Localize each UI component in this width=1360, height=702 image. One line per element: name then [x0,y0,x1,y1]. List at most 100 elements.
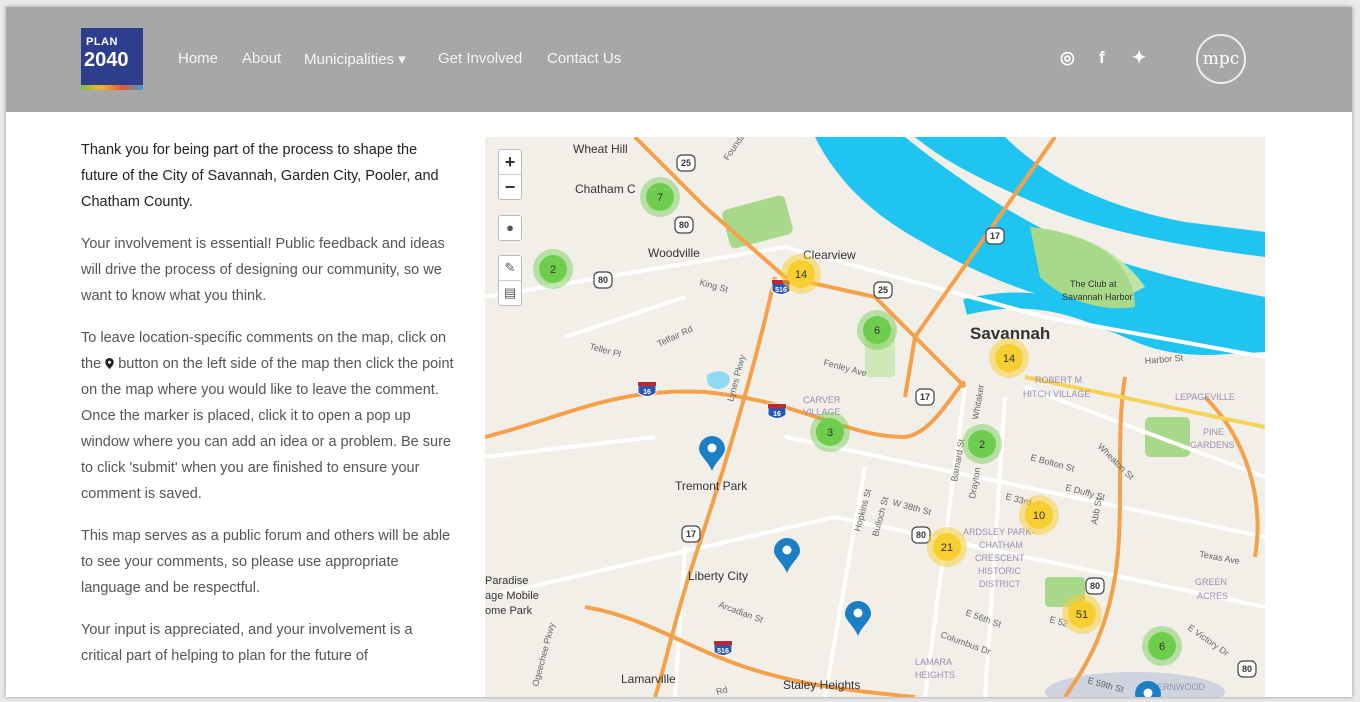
intro-paragraph-instructions: To leave location-specific comments on t… [81,325,456,507]
cluster-count: 14 [1003,353,1015,365]
place-label-green1: GREEN [1195,577,1227,587]
cluster-count: 6 [874,325,880,337]
svg-text:80: 80 [679,220,689,230]
comment-cluster[interactable]: 6 [857,310,897,350]
street-label-texas: Texas Ave [1199,549,1241,566]
comment-cluster[interactable]: 6 [1142,626,1182,666]
comment-cluster[interactable]: 10 [1019,495,1059,535]
page: PLAN 2040 Home About Municipalities ▾ Ge… [6,7,1352,697]
place-label-robert1: ROBERT M. [1035,375,1085,385]
nav-contact-link[interactable]: Contact Us [547,50,621,67]
svg-text:16: 16 [643,389,651,396]
street-label-teller: Teller Pl [588,341,622,359]
place-label-robert2: HITCH VILLAGE [1023,389,1091,399]
comment-cluster[interactable]: 21 [927,527,967,567]
comment-marker-pin[interactable] [699,436,725,471]
svg-text:25: 25 [681,158,691,168]
route-shield-s80e: 80 [1237,660,1257,678]
svg-text:80: 80 [1242,664,1252,674]
comment-map[interactable]: 25 80 80 25 17 17 17 80 80 80 516 516 16 16 Wheat Hil… [485,137,1265,697]
street-label-waters: Wheaton St [1096,441,1137,482]
street-label-w-38th: W 38th St [891,497,932,517]
facebook-icon[interactable]: f [1099,48,1105,68]
twitter-icon[interactable]: ✦ [1132,48,1146,68]
street-label-rd: Rd [715,684,729,697]
edit-delete-control: ✎ ▤ [498,255,522,306]
comment-cluster[interactable]: 7 [640,177,680,217]
zoom-out-button[interactable]: − [499,174,521,199]
svg-text:80: 80 [1090,581,1100,591]
logo-line-2: 2040 [84,49,129,71]
svg-text:80: 80 [598,275,608,285]
route-shield-s25b: 25 [873,281,893,299]
street-label-ogeechee: Ogeechee Pkwy [530,621,557,687]
nav-home-link[interactable]: Home [178,50,218,67]
nav-about-link[interactable]: About [242,50,281,67]
route-shield-i16a: 16 [637,381,657,397]
cluster-count: 14 [795,269,807,281]
comment-cluster[interactable]: 2 [962,424,1002,464]
comment-marker-pin[interactable] [774,538,800,573]
place-label-ardsley1: ARDSLEY PARK- [963,527,1034,537]
svg-text:516: 516 [717,648,729,655]
place-label-ardsley5: DISTRICT [979,579,1021,589]
street-label-foundation: Foundation [721,137,755,162]
comment-marker-pin[interactable] [845,601,871,636]
zoom-control: + − [498,149,522,200]
logo-line-1: PLAN [86,36,118,48]
intro-paragraph-forum: This map serves as a public forum and ot… [81,528,451,596]
place-label-club2: Savannah Harbor [1062,292,1133,302]
intro-paragraph-involvement: Your involvement is essential! Public fe… [81,236,445,304]
nav-get-involved-link[interactable]: Get Involved [438,50,522,67]
place-label-tremont: Tremont Park [675,479,748,493]
route-shield-s80a: 80 [674,216,694,234]
route-shield-s80d: 80 [1085,577,1105,595]
map-canvas[interactable]: 25808025171717 8080805165161616 Wheat Hil… [485,137,1265,697]
comment-cluster[interactable]: 14 [989,338,1029,378]
route-shield-i16b: 16 [767,403,787,419]
cluster-count: 10 [1033,510,1045,522]
park-east [1145,417,1190,457]
svg-text:80: 80 [916,530,926,540]
place-label-woodville: Woodville [648,246,700,260]
comment-cluster[interactable]: 2 [533,249,573,289]
draw-marker-button[interactable]: ● [499,216,521,240]
street-label-king: King St [698,277,729,294]
street-label-e-56th: E 56th St [964,607,1003,629]
plan-2040-logo[interactable]: PLAN 2040 [81,28,143,90]
comment-cluster[interactable]: 14 [781,254,821,294]
instagram-icon[interactable]: ◎ [1060,48,1075,68]
route-shield-s80b: 80 [593,271,613,289]
street-label-harbor: Harbor St [1144,353,1184,366]
svg-text:516: 516 [775,287,787,294]
nav-municipalities-dropdown[interactable]: Municipalities ▾ [304,50,406,68]
street-label-telfair: Telfair Rd [656,324,695,349]
cluster-count: 7 [657,192,663,204]
top-navbar: PLAN 2040 Home About Municipalities ▾ Ge… [6,7,1352,112]
delete-layers-button[interactable]: ▤ [499,280,521,305]
route-shield-s17c: 17 [681,525,701,543]
route-shield-i516b: 516 [713,640,733,656]
place-label-staley: Staley Heights [783,678,860,692]
svg-text:25: 25 [878,285,888,295]
place-label-ardsley2: CHATHAM [979,540,1023,550]
cluster-count: 2 [979,439,985,451]
mpc-logo[interactable]: mpc [1196,34,1246,84]
edit-layers-button[interactable]: ✎ [499,256,521,280]
place-label-lamarville: Lamarville [621,672,676,686]
comment-cluster[interactable]: 51 [1062,594,1102,634]
instructions-text-end: button on the left side of the map then … [81,356,454,502]
intro-lead-paragraph: Thank you for being part of the process … [81,142,439,210]
comment-cluster[interactable]: 3 [810,412,850,452]
street-label-fenley: Fenley Ave [822,357,867,378]
svg-text:17: 17 [686,529,696,539]
cluster-count: 3 [827,427,833,439]
place-label-wheat-hill: Wheat Hill [573,142,628,156]
zoom-in-button[interactable]: + [499,150,521,174]
place-label-ardsley3: CRESCENT [975,553,1025,563]
route-shield-s25: 25 [676,154,696,172]
place-label-paradise1: Paradise [485,575,528,587]
street-label-whitaker: Whitaker [970,384,986,421]
route-shield-s80c: 80 [911,526,931,544]
cluster-count: 6 [1159,641,1165,653]
